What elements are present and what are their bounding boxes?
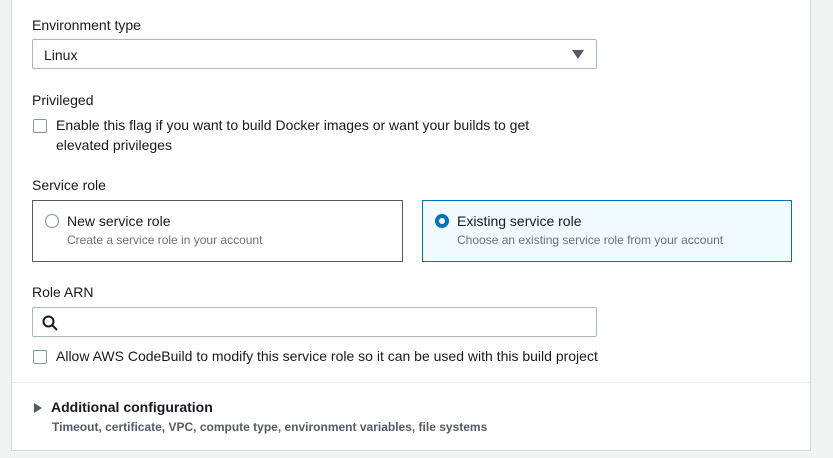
environment-panel: Environment type Linux Privileged Enable…	[11, 0, 811, 451]
role-arn-search[interactable]	[32, 307, 597, 337]
tile-desc-existing: Choose an existing service role from you…	[457, 233, 724, 247]
caret-right-icon	[34, 403, 42, 413]
role-arn-label: Role ARN	[32, 284, 94, 300]
privileged-checkbox-text: Enable this flag if you want to build Do…	[56, 115, 529, 155]
privileged-checkbox-line1: Enable this flag if you want to build Do…	[56, 117, 530, 133]
caret-down-icon	[572, 50, 584, 59]
privileged-checkbox-line2: elevated privileges	[56, 137, 172, 153]
allow-modify-text: Allow AWS CodeBuild to modify this servi…	[56, 348, 598, 364]
service-role-option-new[interactable]: New service role Create a service role i…	[32, 200, 403, 262]
additional-configuration-description: Timeout, certificate, VPC, compute type,…	[52, 420, 488, 434]
privileged-label: Privileged	[32, 92, 94, 108]
environment-type-select[interactable]: Linux	[32, 39, 597, 69]
allow-modify-checkbox[interactable]	[33, 350, 47, 364]
service-role-label: Service role	[32, 177, 106, 193]
section-divider	[12, 382, 810, 383]
environment-type-value: Linux	[44, 47, 78, 63]
radio-existing-service-role[interactable]	[435, 214, 449, 228]
privileged-checkbox[interactable]	[33, 119, 47, 133]
service-role-option-existing[interactable]: Existing service role Choose an existing…	[422, 200, 792, 262]
tile-title-existing: Existing service role	[457, 213, 582, 229]
tile-desc-new: Create a service role in your account	[67, 233, 263, 247]
additional-configuration-title: Additional configuration	[51, 399, 213, 415]
search-icon	[42, 315, 58, 331]
radio-new-service-role[interactable]	[45, 214, 59, 228]
tile-title-new: New service role	[67, 213, 171, 229]
role-arn-input[interactable]	[65, 311, 589, 335]
environment-type-label: Environment type	[32, 17, 141, 33]
